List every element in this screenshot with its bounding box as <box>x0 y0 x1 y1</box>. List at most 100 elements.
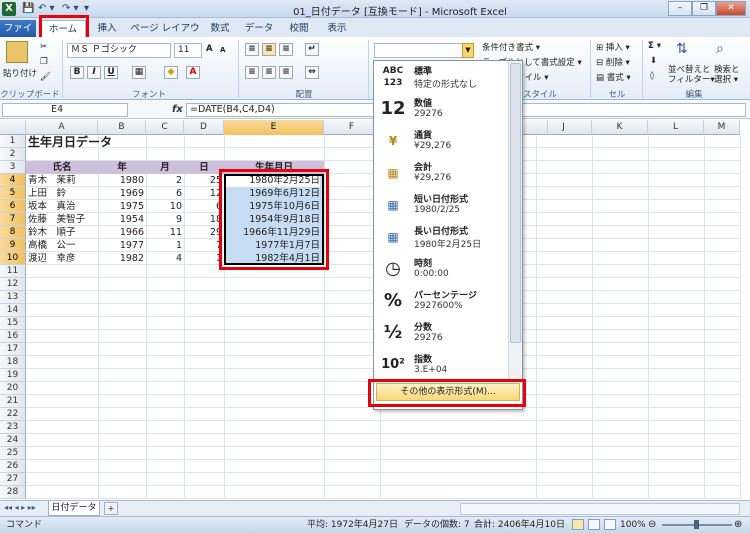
column-header[interactable]: J <box>536 120 592 135</box>
fill-icon[interactable]: ⬇ <box>650 56 657 66</box>
align-center-icon[interactable]: ≡ <box>262 66 276 79</box>
cell-name[interactable]: 高橋 公一 <box>28 239 98 252</box>
cell-year[interactable]: 1977 <box>98 239 144 252</box>
row-header[interactable]: 12 <box>0 278 26 291</box>
shrink-font-button[interactable]: A <box>220 46 225 54</box>
cell-month[interactable]: 11 <box>146 226 182 239</box>
bold-button[interactable]: B <box>70 66 84 79</box>
row-header[interactable]: 3 <box>0 161 26 174</box>
format-option-short-date[interactable]: ▦ 短い日付形式 1980/2/25 <box>374 189 507 221</box>
tab-file[interactable]: ファイル <box>0 20 36 51</box>
header-name[interactable]: 氏名 <box>26 161 98 174</box>
format-cells-button[interactable]: ▤ 書式 ▾ <box>596 71 631 83</box>
cell-day[interactable]: 7 <box>184 239 222 252</box>
sheet-nav-arrows[interactable]: ◂◂ ◂ ▸ ▸▸ <box>4 503 36 512</box>
zoom-out-icon[interactable]: ⊖ <box>648 517 656 533</box>
cell-year[interactable]: 1966 <box>98 226 144 239</box>
column-header[interactable]: C <box>146 120 184 135</box>
cell-month[interactable]: 1 <box>146 239 182 252</box>
row-header[interactable]: 27 <box>0 473 26 486</box>
cut-icon[interactable]: ✂ <box>40 42 47 52</box>
quick-save-icon[interactable]: 💾 <box>22 3 34 14</box>
zoom-level[interactable]: 100% <box>620 517 646 533</box>
row-header[interactable]: 14 <box>0 304 26 317</box>
sort-filter-button[interactable]: 並べ替えと フィルター▾ <box>668 65 715 85</box>
sheet-title[interactable]: 生年月日データ <box>28 135 112 150</box>
sheet-tab[interactable]: 日付データ <box>48 501 100 516</box>
row-header[interactable]: 18 <box>0 356 26 369</box>
cell-month[interactable]: 9 <box>146 213 182 226</box>
insert-cells-button[interactable]: ⊞ 挿入 ▾ <box>596 41 630 53</box>
header-year[interactable]: 年 <box>98 161 146 174</box>
format-option-currency[interactable]: ¥ 通貨 ¥29,276 <box>374 125 507 157</box>
find-select-button[interactable]: 検索と 選択 ▾ <box>714 65 740 85</box>
row-header[interactable]: 5 <box>0 187 26 200</box>
fill-color-icon[interactable]: ◆ <box>164 66 178 79</box>
cell-day[interactable]: 29 <box>184 226 222 239</box>
zoom-in-icon[interactable]: ⊕ <box>734 517 742 533</box>
cell-name[interactable]: 上田 鈴 <box>28 187 98 200</box>
font-size-select[interactable]: 11 <box>174 43 202 58</box>
format-painter-icon[interactable]: 🖌 <box>40 72 51 82</box>
cell-name[interactable]: 青木 茉莉 <box>28 174 98 187</box>
tab-page-layout[interactable]: ページ レイアウト <box>128 20 202 51</box>
page-layout-view-icon[interactable] <box>588 519 600 530</box>
row-header[interactable]: 13 <box>0 291 26 304</box>
page-break-view-icon[interactable] <box>604 519 616 530</box>
tab-review[interactable]: 校閲 <box>284 20 314 37</box>
cell-name[interactable]: 佐藤 美智子 <box>28 213 98 226</box>
select-all-corner[interactable] <box>0 120 26 135</box>
header-month[interactable]: 月 <box>146 161 184 174</box>
cell-name[interactable]: 鈴木 順子 <box>28 226 98 239</box>
find-select-icon[interactable]: ⌕ <box>716 41 724 57</box>
scrollbar-thumb[interactable] <box>510 63 521 343</box>
row-header[interactable]: 9 <box>0 239 26 252</box>
excel-app-icon[interactable]: X <box>2 2 16 16</box>
paste-icon[interactable] <box>6 41 28 63</box>
wrap-text-icon[interactable]: ↵ <box>305 43 319 56</box>
row-header[interactable]: 10 <box>0 252 26 265</box>
row-header[interactable]: 21 <box>0 395 26 408</box>
dropdown-scrollbar[interactable] <box>508 61 522 381</box>
quick-undo-icon[interactable]: ↶ ▾ <box>38 3 55 14</box>
autosum-button[interactable]: Σ ▾ <box>648 41 661 51</box>
cell-day[interactable]: 18 <box>184 213 222 226</box>
align-right-icon[interactable]: ≡ <box>279 66 293 79</box>
column-header[interactable]: L <box>648 120 704 135</box>
align-middle-icon[interactable]: ≡ <box>262 43 276 56</box>
row-header[interactable]: 11 <box>0 265 26 278</box>
row-header[interactable]: 25 <box>0 447 26 460</box>
column-header[interactable]: M <box>704 120 740 135</box>
quick-redo-icon[interactable]: ↷ ▾ <box>62 3 79 14</box>
column-header[interactable]: D <box>184 120 224 135</box>
cell-month[interactable]: 2 <box>146 174 182 187</box>
quick-access-more-icon[interactable]: ▾ <box>84 3 89 14</box>
horizontal-scrollbar[interactable] <box>460 503 740 515</box>
row-header[interactable]: 24 <box>0 434 26 447</box>
normal-view-icon[interactable] <box>572 519 584 530</box>
border-icon[interactable]: ▦ <box>132 66 146 79</box>
format-option-accounting[interactable]: ▦ 会計 ¥29,276 <box>374 157 507 189</box>
font-color-icon[interactable]: A <box>186 66 200 79</box>
row-header[interactable]: 23 <box>0 421 26 434</box>
paste-button[interactable]: 貼り付け <box>3 67 37 79</box>
format-option-scientific[interactable]: 10² 指数 3.E+04 <box>374 349 507 381</box>
row-header[interactable]: 1 <box>0 135 26 148</box>
cell-name[interactable]: 渡辺 幸彦 <box>28 252 98 265</box>
minimize-button[interactable]: – <box>668 1 692 16</box>
row-header[interactable]: 20 <box>0 382 26 395</box>
cell-year[interactable]: 1980 <box>98 174 144 187</box>
cell-year[interactable]: 1975 <box>98 200 144 213</box>
row-header[interactable]: 17 <box>0 343 26 356</box>
row-header[interactable]: 28 <box>0 486 26 499</box>
row-header[interactable]: 15 <box>0 317 26 330</box>
column-header[interactable]: A <box>26 120 98 135</box>
cell-name[interactable]: 坂本 真治 <box>28 200 98 213</box>
row-header[interactable]: 4 <box>0 174 26 187</box>
row-header[interactable]: 22 <box>0 408 26 421</box>
column-header[interactable]: B <box>98 120 146 135</box>
row-header[interactable]: 19 <box>0 369 26 382</box>
clear-icon[interactable]: ◊ <box>650 71 654 81</box>
cell-year[interactable]: 1954 <box>98 213 144 226</box>
column-header[interactable]: K <box>592 120 648 135</box>
